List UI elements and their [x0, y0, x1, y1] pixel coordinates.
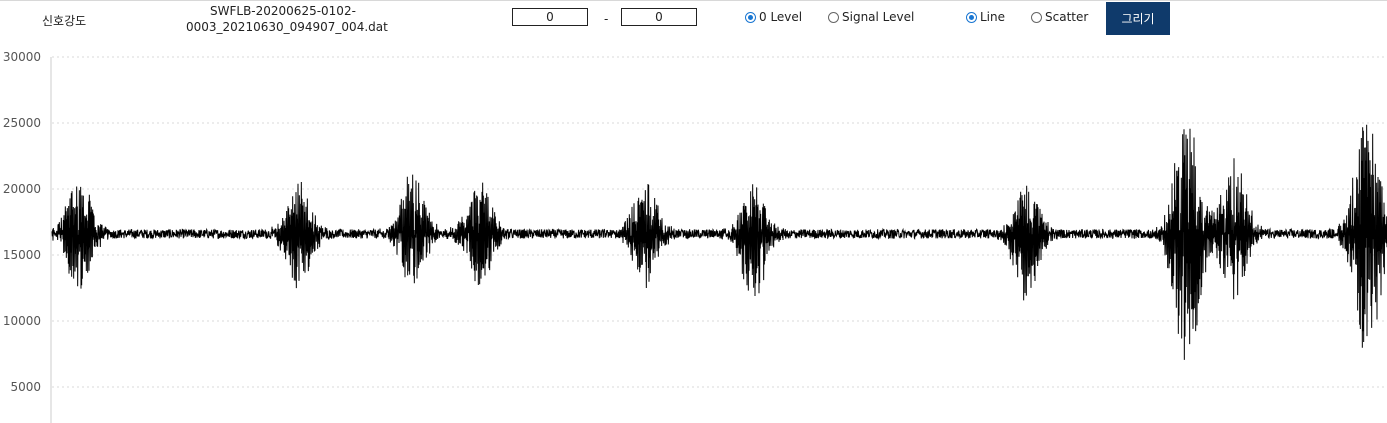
draw-button[interactable]: 그리기 [1106, 2, 1170, 35]
y-tick-label: 30000 [3, 50, 41, 64]
y-axis-ticks: 30000 25000 20000 15000 10000 5000 [3, 50, 41, 394]
line-radio[interactable]: Line [966, 10, 1005, 24]
radio-checked-icon [966, 11, 977, 23]
signal-level-label: Signal Level [842, 10, 915, 24]
filename-line-2: 0003_20210630_094907_004.dat [186, 20, 388, 34]
signal-chart: 30000 25000 20000 15000 10000 5000 [3, 50, 1387, 423]
top-border [0, 0, 1387, 1]
range-start-input[interactable] [512, 8, 588, 26]
y-tick-label: 10000 [3, 314, 41, 328]
radio-unchecked-icon [828, 11, 839, 23]
line-label: Line [980, 10, 1006, 24]
range-end-input[interactable] [621, 8, 697, 26]
scatter-radio[interactable]: Scatter [1031, 10, 1088, 24]
scatter-label: Scatter [1045, 10, 1089, 24]
range-separator: - [604, 12, 609, 26]
y-tick-label: 5000 [10, 380, 41, 394]
page-title: 신호강도 [42, 14, 87, 28]
signal-level-radio[interactable]: Signal Level [828, 10, 914, 24]
y-tick-label: 15000 [3, 248, 41, 262]
zero-level-label: 0 Level [759, 10, 803, 24]
filename-line-1: SWFLB-20200625-0102- [210, 4, 356, 18]
signal-line [51, 124, 1387, 360]
radio-unchecked-icon [1031, 11, 1042, 23]
radio-checked-icon [745, 11, 756, 23]
y-tick-label: 25000 [3, 116, 41, 130]
zero-level-radio[interactable]: 0 Level [745, 10, 802, 24]
y-tick-label: 20000 [3, 182, 41, 196]
